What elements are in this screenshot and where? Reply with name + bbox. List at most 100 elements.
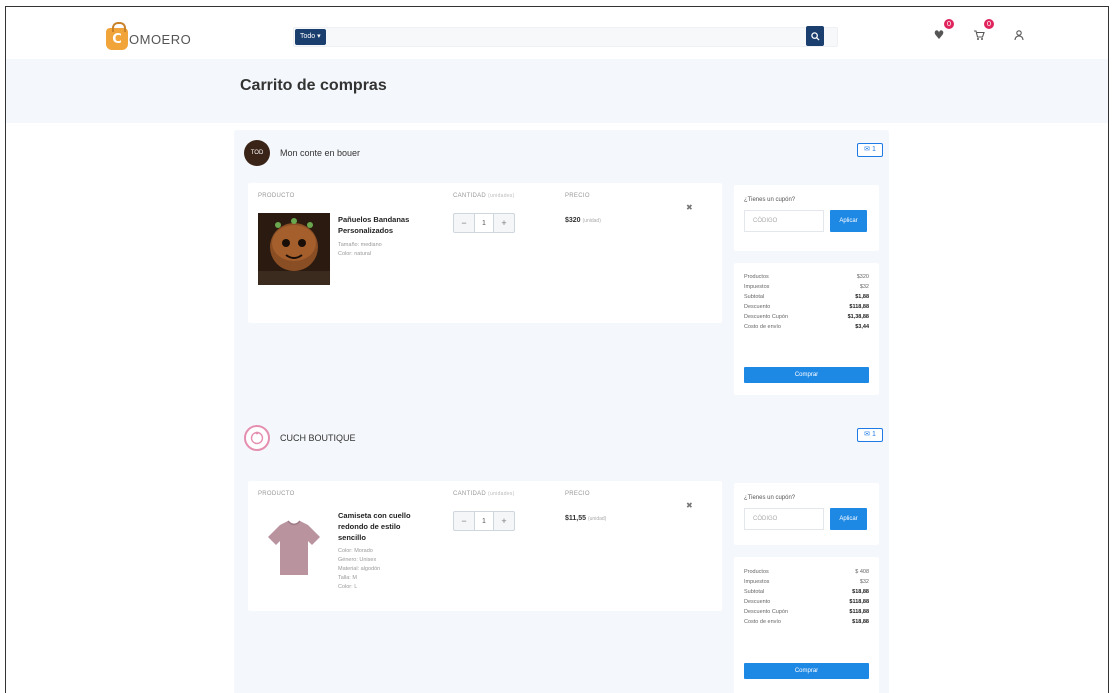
summary-value: $3,44	[855, 324, 869, 330]
decrease-button[interactable]: −	[454, 512, 474, 530]
summary-row: Descuento $118,88	[744, 599, 869, 605]
shop-avatar[interactable]: TOD	[244, 140, 270, 166]
summary-value: $118,88	[849, 609, 869, 615]
cart-button[interactable]: 0	[971, 19, 994, 43]
summary-value: $18,88	[852, 619, 869, 625]
product-variant: Tamaño: mediano	[338, 242, 382, 248]
coupon-title: ¿Tienes un cupón?	[744, 495, 796, 501]
search-bar: Todo ▾	[293, 27, 838, 47]
column-header-quantity: Cantidad (unidades)	[453, 491, 515, 497]
product-name[interactable]: Pañuelos Bandanas Personalizados	[338, 215, 416, 237]
summary-row: Descuento Cupón $1,38,88	[744, 314, 869, 320]
logo-letter: C	[112, 31, 122, 47]
product-thumbnail	[258, 213, 330, 285]
shop-avatar-text: TOD	[250, 150, 264, 156]
search-input[interactable]	[344, 29, 794, 45]
column-header-quantity: Cantidad (unidades)	[453, 193, 515, 199]
search-icon	[810, 31, 820, 41]
cart-items-card: Producto Cantidad (unidades) Precio Cami…	[248, 481, 722, 611]
product-variant: Color: L	[338, 584, 358, 590]
chat-button[interactable]: ✉ 1	[857, 143, 883, 157]
summary-label: Costo de envío	[744, 619, 781, 625]
cart-items-card: Producto Cantidad (unidades) Precio Pañu…	[248, 183, 722, 323]
quantity-value[interactable]: 1	[474, 214, 494, 232]
product-image[interactable]	[258, 511, 330, 583]
buy-button[interactable]: Comprar	[744, 663, 869, 679]
product-price-note: (unidad)	[582, 218, 601, 224]
shop-section: CUCH BOUTIQUE ✉ 1 Producto Cantidad (uni…	[234, 415, 889, 693]
remove-item-icon[interactable]: ✖	[686, 501, 693, 510]
quantity-value[interactable]: 1	[474, 512, 494, 530]
chat-button[interactable]: ✉ 1	[857, 428, 883, 442]
summary-value: $18,88	[852, 589, 869, 595]
search-button[interactable]	[806, 26, 824, 46]
account-button[interactable]	[1011, 27, 1027, 43]
summary-value: $118,88	[849, 599, 869, 605]
column-header-price: Precio	[565, 491, 590, 497]
summary-row: Descuento $118,88	[744, 304, 869, 310]
summary-row: Costo de envío $18,88	[744, 619, 869, 625]
summary-label: Descuento Cupón	[744, 609, 789, 615]
summary-label: Productos	[744, 569, 769, 575]
summary-label: Impuestos	[744, 284, 770, 290]
summary-value: $1,88	[855, 294, 869, 300]
shop-name[interactable]: CUCH BOUTIQUE	[280, 433, 356, 443]
page-title: Carrito de compras	[240, 77, 387, 94]
product-image[interactable]	[258, 213, 330, 285]
column-header-product: Producto	[258, 193, 295, 199]
favorites-badge: 0	[944, 19, 954, 29]
coupon-card: ¿Tienes un cupón? CÓDIGO Aplicar	[734, 483, 879, 545]
product-price-value: $11,55	[565, 515, 587, 522]
shop-section: TOD Mon conte en bouer ✉ 1 Producto Cant…	[234, 130, 889, 433]
product-variant: Color: Morado	[338, 548, 373, 554]
heart-icon: ♥	[933, 28, 945, 42]
product-variant: Talla: M	[338, 575, 357, 581]
decrease-button[interactable]: −	[454, 214, 474, 232]
summary-value: $32	[859, 579, 869, 585]
quantity-stepper: − 1 +	[453, 511, 515, 531]
coupon-title: ¿Tienes un cupón?	[744, 197, 796, 203]
category-dropdown[interactable]: Todo ▾	[295, 29, 326, 45]
favorites-button[interactable]: ♥ 0	[931, 19, 954, 43]
quantity-stepper: − 1 +	[453, 213, 515, 233]
shopping-bag-icon: C	[106, 22, 128, 50]
shop-name[interactable]: Mon conte en bouer	[280, 148, 360, 158]
browser-frame: C OMOERO Todo ▾ ♥ 0 0 Carrito de compras	[5, 6, 1109, 693]
boutique-logo-icon	[250, 431, 264, 445]
coupon-input[interactable]: CÓDIGO	[744, 210, 824, 232]
increase-button[interactable]: +	[494, 214, 514, 232]
cart-badge: 0	[984, 19, 994, 29]
apply-coupon-button[interactable]: Aplicar	[830, 508, 867, 530]
coupon-card: ¿Tienes un cupón? CÓDIGO Aplicar	[734, 185, 879, 251]
summary-label: Impuestos	[744, 579, 770, 585]
summary-label: Subtotal	[744, 589, 765, 595]
product-price: $320 (unidad)	[565, 217, 601, 224]
remove-item-icon[interactable]: ✖	[686, 203, 693, 212]
buy-button[interactable]: Comprar	[744, 367, 869, 383]
summary-row: Subtotal $1,88	[744, 294, 869, 300]
summary-value: $ 408	[855, 569, 869, 575]
logo[interactable]: C OMOERO	[106, 22, 191, 53]
product-variant: Género: Unisex	[338, 557, 377, 563]
summary-label: Descuento	[744, 599, 771, 605]
summary-row: Productos $320	[744, 274, 869, 280]
cart-icon	[974, 30, 985, 40]
shop-header: CUCH BOUTIQUE	[244, 423, 356, 453]
quantity-header-label: Cantidad	[453, 491, 487, 497]
chat-label: ✉ 1	[864, 431, 876, 438]
coupon-input[interactable]: CÓDIGO	[744, 508, 824, 530]
summary-row: Subtotal $18,88	[744, 589, 869, 595]
order-summary-card: Productos $320 Impuestos $32 Subtotal $1,88…	[734, 263, 879, 395]
apply-coupon-button[interactable]: Aplicar	[830, 210, 867, 232]
product-thumbnail	[258, 511, 330, 583]
column-header-product: Producto	[258, 491, 295, 497]
product-variant: Color: natural	[338, 251, 372, 257]
summary-value: $320	[856, 274, 869, 280]
product-name[interactable]: Camiseta con cuello redondo de estilo se…	[338, 511, 416, 544]
product-price-note: (unidad)	[587, 516, 607, 522]
summary-label: Descuento Cupón	[744, 314, 789, 320]
summary-value: $118,88	[849, 304, 869, 310]
category-label: Todo	[300, 33, 316, 40]
shop-avatar[interactable]	[244, 425, 270, 451]
increase-button[interactable]: +	[494, 512, 514, 530]
